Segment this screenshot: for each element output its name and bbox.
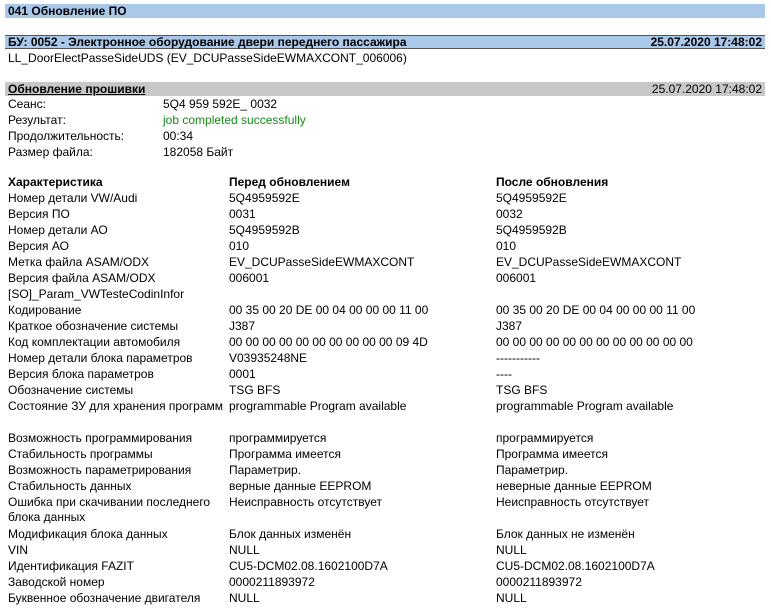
row-after-value: 5Q4959592B [496,223,567,237]
row-label: [SO]_Param_VWTesteCodinInfor [8,287,185,301]
row-before-value: Неисправность отсутствует [229,495,383,509]
row-label: Кодирование [8,303,82,317]
row-after-value: 0000211893972 [496,575,582,589]
row-label: Краткое обозначение системы [8,319,179,333]
row-after-value: неверные данные EEPROM [496,479,652,493]
row-before-value: Блок данных изменён [229,527,352,541]
row-label: Идентификация FAZIT [8,559,134,573]
row-label: Заводской номер [8,575,105,589]
firmware-update-title: Обновление прошивки [8,82,146,96]
row-before-value: Программа имеется [229,447,341,461]
row-before-value: 5Q4959592B [229,223,300,237]
row-before-value: верные данные EEPROM [229,479,372,493]
row-after-value: NULL [496,591,527,605]
row-label: Номер детали блока параметров [8,351,193,365]
file-size-label: Размер файла: [8,145,93,159]
file-size-row: Размер файла: 182058 Байт [8,145,758,161]
column-header-after: После обновления [496,175,609,189]
section-title: 041 Обновление ПО [8,4,127,18]
row-label: VIN [8,543,29,557]
file-size-value: 182058 Байт [163,145,234,159]
row-label: Версия блока параметров [8,367,154,381]
row-label: Версия АО [8,239,69,253]
row-after-value: Программа имеется [496,447,608,461]
row-after-value: Параметрир. [496,463,569,477]
row-before-value: 00 35 00 20 DE 00 04 00 00 00 11 00 [229,303,429,317]
row-label: Буквенное обозначение двигателя [8,591,201,605]
firmware-update-bar: Обновление прошивки 25.07.2020 17:48:02 [5,82,765,96]
row-after-value: ----------- [496,351,540,365]
row-label: Номер детали АО [8,223,108,237]
row-before-value: NULL [229,543,260,557]
row-after-value: EV_DCUPasseSideEWMAXCONT [496,255,682,269]
session-row: Сеанс: 5Q4 959 592E_ 0032 [8,97,758,113]
column-header-before: Перед обновлением [229,175,350,189]
row-after-value: TSG BFS [496,383,548,397]
row-after-value: 5Q4959592E [496,191,567,205]
result-value: job completed successfully [163,113,306,127]
ecu-header-bar: БУ: 0052 - Электронное оборудование двер… [5,35,765,49]
row-before-value: TSG BFS [229,383,281,397]
row-after-value: J387 [496,319,523,333]
row-after-value: Неисправность отсутствует [496,495,650,509]
row-before-value: 0031 [229,207,256,221]
row-label: Стабильность программы [8,447,153,461]
row-label: Ошибка при скачивании последнего блока д… [8,495,211,524]
row-before-value: 010 [229,239,250,253]
section-title-bar: 041 Обновление ПО [5,4,765,18]
row-after-value: 00 00 00 00 00 00 00 00 00 00 00 00 [496,335,693,349]
duration-label: Продолжительность: [8,129,125,143]
row-before-value: Параметрир. [229,463,302,477]
row-label: Возможность программирования [8,431,193,445]
row-before-value: programmable Program available [229,399,407,413]
row-after-value: ---- [496,367,512,381]
row-label: Возможность параметрирования [8,463,192,477]
firmware-update-timestamp: 25.07.2020 17:48:02 [651,82,762,96]
session-label: Сеанс: [8,97,46,111]
row-before-value: 0001 [229,367,256,381]
row-after-value: NULL [496,543,527,557]
session-value: 5Q4 959 592E_ 0032 [163,97,278,111]
row-after-value: программируется [496,431,594,445]
row-after-value: Блок данных не изменён [496,527,635,541]
result-row: Результат: job completed successfully [8,113,758,129]
row-after-value: CU5-DCM02.08.1602100D7A [496,559,655,573]
row-before-value: NULL [229,591,260,605]
row-label: Состояние ЗУ для хранения программ [8,399,223,413]
row-after-value: 0032 [496,207,523,221]
ecu-subtitle: LL_DoorElectPasseSideUDS (EV_DCUPasseSid… [8,51,407,65]
row-after-value: 00 35 00 20 DE 00 04 00 00 00 11 00 [496,303,696,317]
row-before-value: 006001 [229,271,270,285]
row-before-value: V03935248NE [229,351,308,365]
row-before-value: CU5-DCM02.08.1602100D7A [229,559,388,573]
row-after-value: 006001 [496,271,537,285]
row-after-value: programmable Program available [496,399,674,413]
row-label: Стабильность данных [8,479,132,493]
row-label: Версия файла ASAM/ODX [8,271,156,285]
row-label: Обозначение системы [8,383,134,397]
row-before-value: EV_DCUPasseSideEWMAXCONT [229,255,415,269]
row-label: Версия ПО [8,207,70,221]
ecu-title: БУ: 0052 - Электронное оборудование двер… [8,35,407,49]
row-label: Номер детали VW/Audi [8,191,138,205]
row-before-value: 00 00 00 00 00 00 00 00 00 00 09 4D [229,335,428,349]
row-label: Метка файла ASAM/ODX [8,255,150,269]
row-after-value: 010 [496,239,517,253]
row-before-value: 5Q4959592E [229,191,300,205]
row-label: Модификация блока данных [8,527,168,541]
row-label: Код комплектации автомобиля [8,335,181,349]
row-before-value: 0000211893972 [229,575,315,589]
row-before-value: программируется [229,431,327,445]
result-label: Результат: [8,113,66,127]
ecu-timestamp: 25.07.2020 17:48:02 [650,35,762,49]
row-before-value: J387 [229,319,256,333]
column-header-characteristic: Характеристика [8,175,103,189]
duration-value: 00:34 [163,129,194,143]
duration-row: Продолжительность: 00:34 [8,129,758,145]
